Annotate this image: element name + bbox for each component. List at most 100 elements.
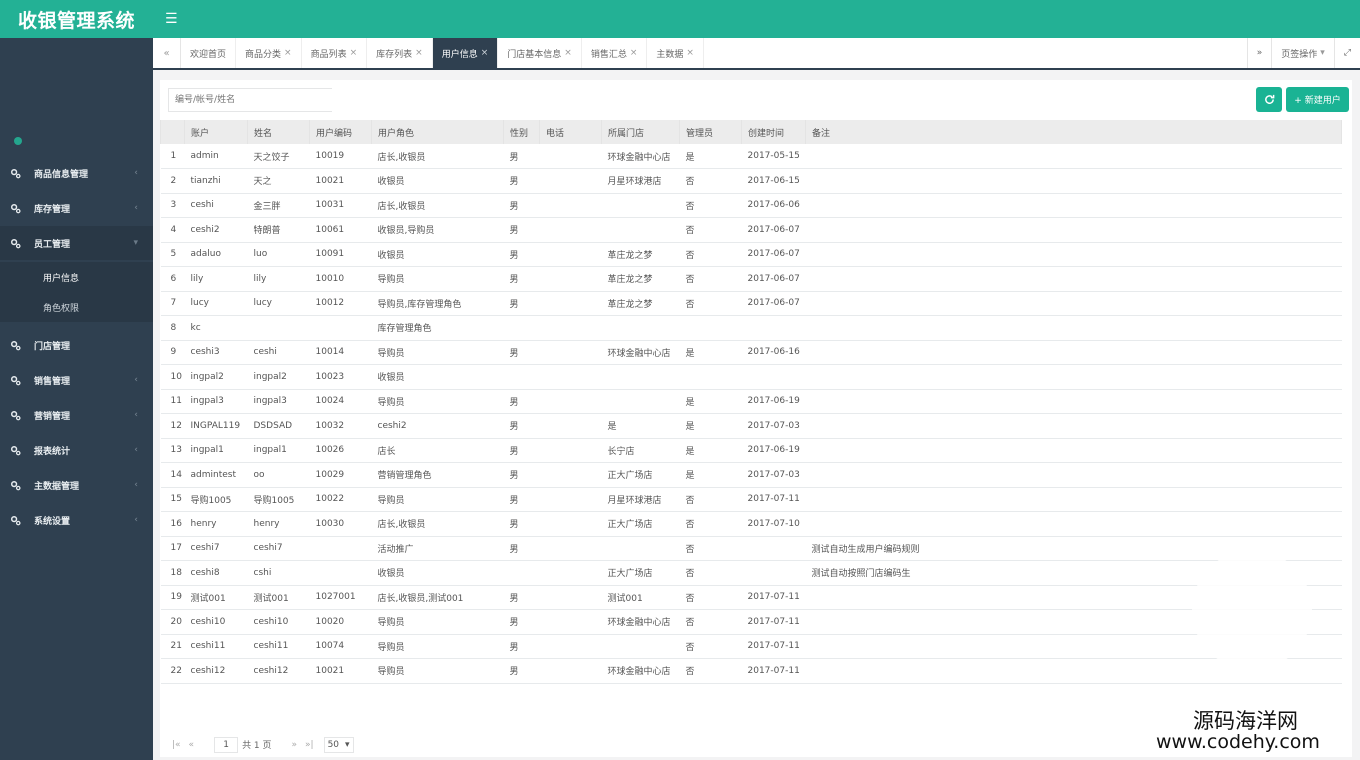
table-row[interactable]: 22 ceshi12 ceshi12 10021 导购员 男 环球金融中心店 否 2017-07… <box>160 659 1342 683</box>
sidebar-item-4[interactable]: 销售管理 ‹ <box>0 363 153 397</box>
table-cell: 男 <box>509 642 519 653</box>
sidebar-subitem-1[interactable]: 角色权限 <box>0 292 153 322</box>
table-cell: 2017-07-11 <box>747 494 800 505</box>
close-icon[interactable]: × <box>481 48 489 58</box>
table-cell: admin <box>190 151 219 161</box>
tab-6[interactable]: 销售汇总 × <box>582 38 648 68</box>
sidebar-item-7[interactable]: 主数据管理 ‹ <box>0 468 153 502</box>
table-cell: ingpal2 <box>190 371 224 382</box>
tab-7[interactable]: 主数据 × <box>647 38 704 68</box>
app-title: 收银管理系统 <box>17 9 135 32</box>
table-row[interactable]: 21 ceshi11 ceshi11 10074 导购员 男 否 2017-07-11 <box>160 634 1342 659</box>
table-cell: 测试001 <box>190 593 226 604</box>
tab-1[interactable]: 商品分类 × <box>236 38 302 68</box>
table-row[interactable]: 2 tianzhi 天之 10021 收银员 男 月星环球港店 否 2017-06-15 <box>160 169 1342 193</box>
sidebar-subitem-0[interactable]: 用户信息 <box>0 262 153 292</box>
table-cell <box>540 561 602 586</box>
table-cell: 男 <box>509 275 519 286</box>
table-cell: 导购员 <box>377 495 405 506</box>
table-cell: 收银员 <box>377 177 405 188</box>
first-page-button[interactable]: |« <box>172 740 181 750</box>
table-row[interactable]: 18 ceshi8 cshi 收银员 正大广场店否测试自动按照门店编码生 <box>160 561 1342 586</box>
close-icon[interactable]: × <box>564 48 572 58</box>
tab-scroll-left-button[interactable]: « <box>153 38 181 68</box>
table-cell: 收银员 <box>377 569 405 580</box>
row-index: 20 <box>170 616 182 627</box>
table-cell <box>742 536 806 561</box>
hamburger-icon[interactable]: ☰ <box>165 11 178 27</box>
table-row[interactable]: 8 kc 库存管理角色 <box>160 316 1342 341</box>
sidebar-item-3[interactable]: 门店管理 <box>0 328 153 362</box>
close-icon[interactable]: × <box>350 48 358 58</box>
next-page-button[interactable]: » <box>292 740 298 750</box>
table-row[interactable]: 12 INGPAL119 DSDSAD 10032 ceshi2 男 是 是 2017-07-0… <box>160 414 1342 438</box>
table-row[interactable]: 4 ceshi2 特朗普 10061 收银员,导购员 男 否 2017-06-07 <box>160 218 1342 242</box>
table-row[interactable]: 20 ceshi10 ceshi10 10020 导购员 男 环球金融中心店 否 2017-07… <box>160 610 1342 634</box>
gears-icon <box>10 168 21 179</box>
table-row[interactable]: 10 ingpal2 ingpal2 10023 收银员 <box>160 365 1342 389</box>
tab-0[interactable]: 欢迎首页 <box>181 38 237 68</box>
table-cell: 店长 <box>377 446 396 457</box>
close-icon[interactable]: × <box>630 48 638 58</box>
refresh-button[interactable] <box>1256 87 1282 112</box>
table-cell <box>504 316 540 341</box>
sidebar-item-0[interactable]: 商品信息管理 ‹ <box>0 156 153 190</box>
table-cell <box>540 512 602 537</box>
table-cell: ceshi10 <box>190 616 226 627</box>
close-icon[interactable]: × <box>686 48 694 58</box>
gears-icon <box>10 203 21 214</box>
table-row[interactable]: 6 lily lily 10010 导购员 男 革庄龙之梦 否 2017-06-07 <box>160 267 1342 291</box>
sidebar-item-5[interactable]: 营销管理 ‹ <box>0 398 153 432</box>
sidebar-item-label: 商品信息管理 <box>34 169 89 180</box>
sidebar-item-6[interactable]: 报表统计 ‹ <box>0 433 153 467</box>
table-cell: 2017-07-10 <box>747 518 800 529</box>
new-user-button[interactable]: + 新建用户 <box>1286 87 1349 112</box>
table-row[interactable]: 16 henry henry 10030 店长,收银员 男 正大广场店 否 2017-07-10 <box>160 512 1342 537</box>
table-cell: 革庄龙之梦 <box>607 275 653 286</box>
table-cell: 是 <box>685 397 695 408</box>
table-cell <box>742 561 806 586</box>
tab-4[interactable]: 用户信息 × <box>432 38 499 68</box>
table-row[interactable]: 3 ceshi 金三胖 10031 店长,收银员 男 否 2017-06-06 <box>160 193 1342 218</box>
page-size-select[interactable]: 50 ▾ <box>323 736 354 753</box>
table-row[interactable]: 11 ingpal3 ingpal3 10024 导购员 男 是 2017-06-19 <box>160 389 1342 414</box>
table-row[interactable]: 17 ceshi7 ceshi7 活动推广男否测试自动生成用户编码规则 <box>160 536 1342 561</box>
table-row[interactable]: 13 ingpal1 ingpal1 10026 店长 男 长宁店 是 2017-06-19 <box>160 438 1342 463</box>
table-cell: 2017-06-19 <box>747 445 800 456</box>
row-index: 13 <box>170 445 182 456</box>
table-cell: 男 <box>509 397 519 408</box>
sidebar-item-1[interactable]: 库存管理 ‹ <box>0 191 153 225</box>
table-cell: 导购1005 <box>253 495 295 506</box>
table-cell: 导购员,库存管理角色 <box>377 299 462 310</box>
table-cell: ceshi11 <box>190 641 226 652</box>
sidebar-item-2[interactable]: 员工管理 ▾ <box>0 226 153 260</box>
chevron-down-icon: ▾ <box>133 238 138 248</box>
table-cell: 月星环球港店 <box>607 177 662 188</box>
search-input[interactable] <box>168 88 332 112</box>
table-row[interactable]: 1 admin 天之饺子 10019 店长,收银员 男 环球金融中心店 是 2017-05-15 <box>160 144 1342 169</box>
chevron-left-icon: ‹ <box>134 445 138 455</box>
table-cell: 男 <box>509 593 519 604</box>
tab-5[interactable]: 门店基本信息 × <box>498 38 582 68</box>
close-icon[interactable]: × <box>284 48 292 58</box>
table-row[interactable]: 15 导购1005 导购1005 10022 导购员 男 月星环球港店 否 2017-07-11 <box>160 487 1342 512</box>
table-row[interactable]: 9 ceshi3 ceshi 10014 导购员 男 环球金融中心店 是 2017-06-16 <box>160 340 1342 365</box>
table-row[interactable]: 5 adaluo luo 10091 收银员 男 革庄龙之梦 否 2017-06-07 <box>160 242 1342 267</box>
table-cell: 男 <box>509 348 519 359</box>
tab-3[interactable]: 库存列表 × <box>367 38 433 68</box>
table-row[interactable]: 19 测试001 测试001 1027001 店长,收银员,测试001 男 测试001 否 20… <box>160 585 1342 610</box>
table-row[interactable]: 7 lucy lucy 10012 导购员,库存管理角色 男 革庄龙之梦 否 2017-06-0… <box>160 291 1342 316</box>
chevron-left-icon: ‹ <box>134 515 138 525</box>
table-row[interactable]: 14 admintest oo 10029 营销管理角色 男 正大广场店 是 2017-07-0… <box>160 463 1342 487</box>
tab-operations-menu[interactable]: 页签操作 ▾ <box>1271 38 1334 68</box>
sidebar-item-8[interactable]: 系统设置 ‹ <box>0 503 153 537</box>
table-cell: 2017-07-11 <box>747 592 800 603</box>
close-icon[interactable]: × <box>415 48 423 58</box>
table-cell <box>602 316 680 341</box>
tab-scroll-right-button[interactable]: » <box>1246 38 1272 68</box>
last-page-button[interactable]: »| <box>305 740 314 750</box>
tab-2[interactable]: 商品列表 × <box>302 38 368 68</box>
page-number-input[interactable] <box>214 736 239 753</box>
fullscreen-icon[interactable]: ⤢ <box>1333 38 1360 68</box>
prev-page-button[interactable]: « <box>189 740 195 750</box>
